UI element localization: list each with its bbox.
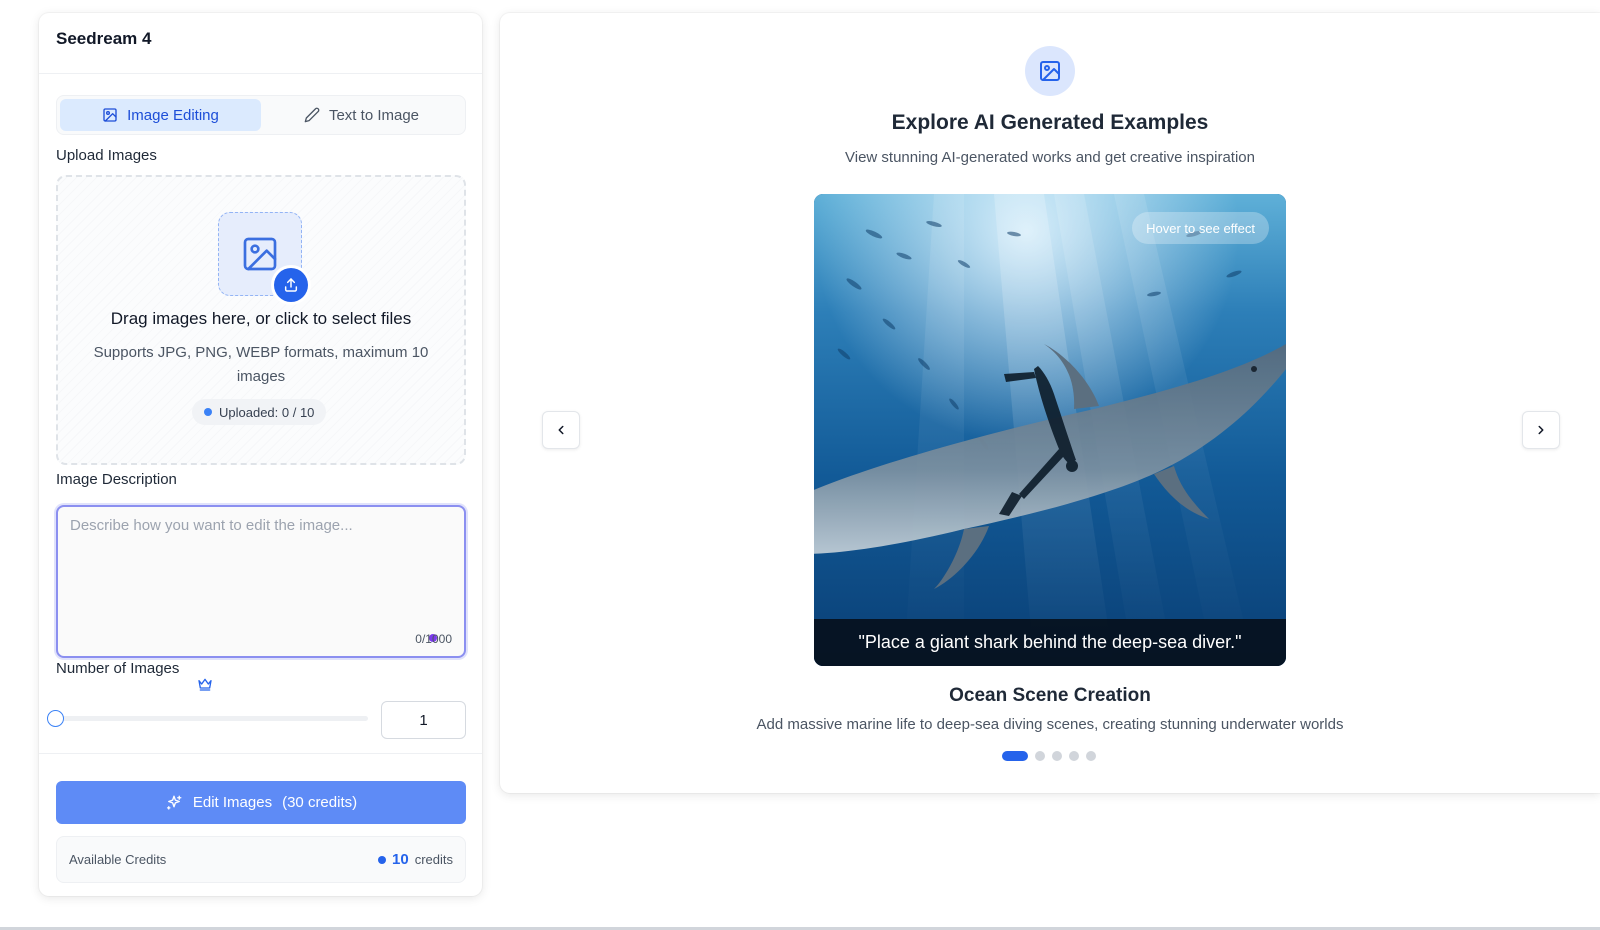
upload-dropzone[interactable]: Drag images here, or click to select fil… <box>56 175 466 465</box>
image-count-label: Number of Images <box>56 660 180 677</box>
image-placeholder-icon <box>243 237 277 271</box>
carousel-prev-button[interactable] <box>542 411 580 449</box>
upload-label: Upload Images <box>56 147 157 164</box>
carousel-dots <box>1002 751 1096 761</box>
generator-panel: Seedream 4 Image Editing Text to Image U… <box>39 13 482 896</box>
tab-text-to-image[interactable]: Text to Image <box>261 99 462 131</box>
upload-icon <box>274 268 308 302</box>
upload-status-badge: Uploaded: 0 / 10 <box>192 399 327 425</box>
credits-bar: Available Credits 10 credits <box>56 836 466 883</box>
image-count-slider-track[interactable] <box>56 716 368 721</box>
upload-status-text: Uploaded: 0 / 10 <box>219 404 315 420</box>
tab-label: Text to Image <box>328 106 420 124</box>
edit-images-button[interactable]: Edit Images (30 credits) <box>56 781 466 824</box>
slide-description: Add massive marine life to deep-sea divi… <box>756 716 1344 733</box>
carousel-dot-5[interactable] <box>1086 751 1096 761</box>
carousel-dot-1[interactable] <box>1002 751 1028 761</box>
description-char-counter: 0/1000 <box>415 632 452 646</box>
image-count-input[interactable] <box>381 701 466 739</box>
credits-balance: 10 credits <box>378 851 453 868</box>
panel-title: Seedream 4 <box>56 29 152 48</box>
mode-tabs: Image Editing Text to Image <box>56 95 466 135</box>
dropzone-subtitle: Supports JPG, PNG, WEBP formats, maximum… <box>93 344 429 385</box>
credits-value: 10 <box>392 851 409 868</box>
carousel-dot-4[interactable] <box>1069 751 1079 761</box>
credits-label: Available Credits <box>69 852 167 867</box>
chevron-left-icon <box>558 425 564 435</box>
credits-dot <box>378 855 387 864</box>
description-field: 0/1000 <box>56 505 466 658</box>
carousel-dot-3[interactable] <box>1052 751 1062 761</box>
dropzone-title: Drag images here, or click to select fil… <box>110 309 412 328</box>
examples-title: Explore AI Generated Examples <box>891 111 1209 134</box>
divider <box>39 753 482 754</box>
tab-label: Image Editing <box>127 106 219 124</box>
divider <box>39 73 482 74</box>
carousel-next-button[interactable] <box>1522 411 1560 449</box>
example-image[interactable]: Hover to see effect "Place a giant shark… <box>814 194 1286 666</box>
example-caption: "Place a giant shark behind the deep-sea… <box>814 619 1286 666</box>
image-count-slider-handle[interactable] <box>47 710 64 727</box>
examples-panel: Explore AI Generated Examples View stunn… <box>500 13 1600 793</box>
image-icon <box>103 108 117 122</box>
hover-hint: Hover to see effect <box>1132 212 1269 244</box>
image-icon <box>1025 46 1075 96</box>
carousel-dot-2[interactable] <box>1035 751 1045 761</box>
shark-diver-scene <box>814 194 1286 666</box>
credits-unit: credits <box>414 852 453 867</box>
examples-subtitle: View stunning AI-generated works and get… <box>845 149 1255 166</box>
status-dot <box>204 408 212 416</box>
tab-image-editing[interactable]: Image Editing <box>60 99 261 131</box>
pencil-icon <box>304 107 320 123</box>
edit-button-cost: (30 credits) <box>282 794 358 811</box>
crown-icon <box>198 678 212 691</box>
edit-button-label: Edit Images <box>192 794 273 811</box>
description-input[interactable] <box>58 507 464 656</box>
sparkles-icon <box>166 795 182 810</box>
slide-title: Ocean Scene Creation <box>949 685 1151 706</box>
chevron-right-icon <box>1538 425 1544 435</box>
description-label: Image Description <box>56 471 177 488</box>
